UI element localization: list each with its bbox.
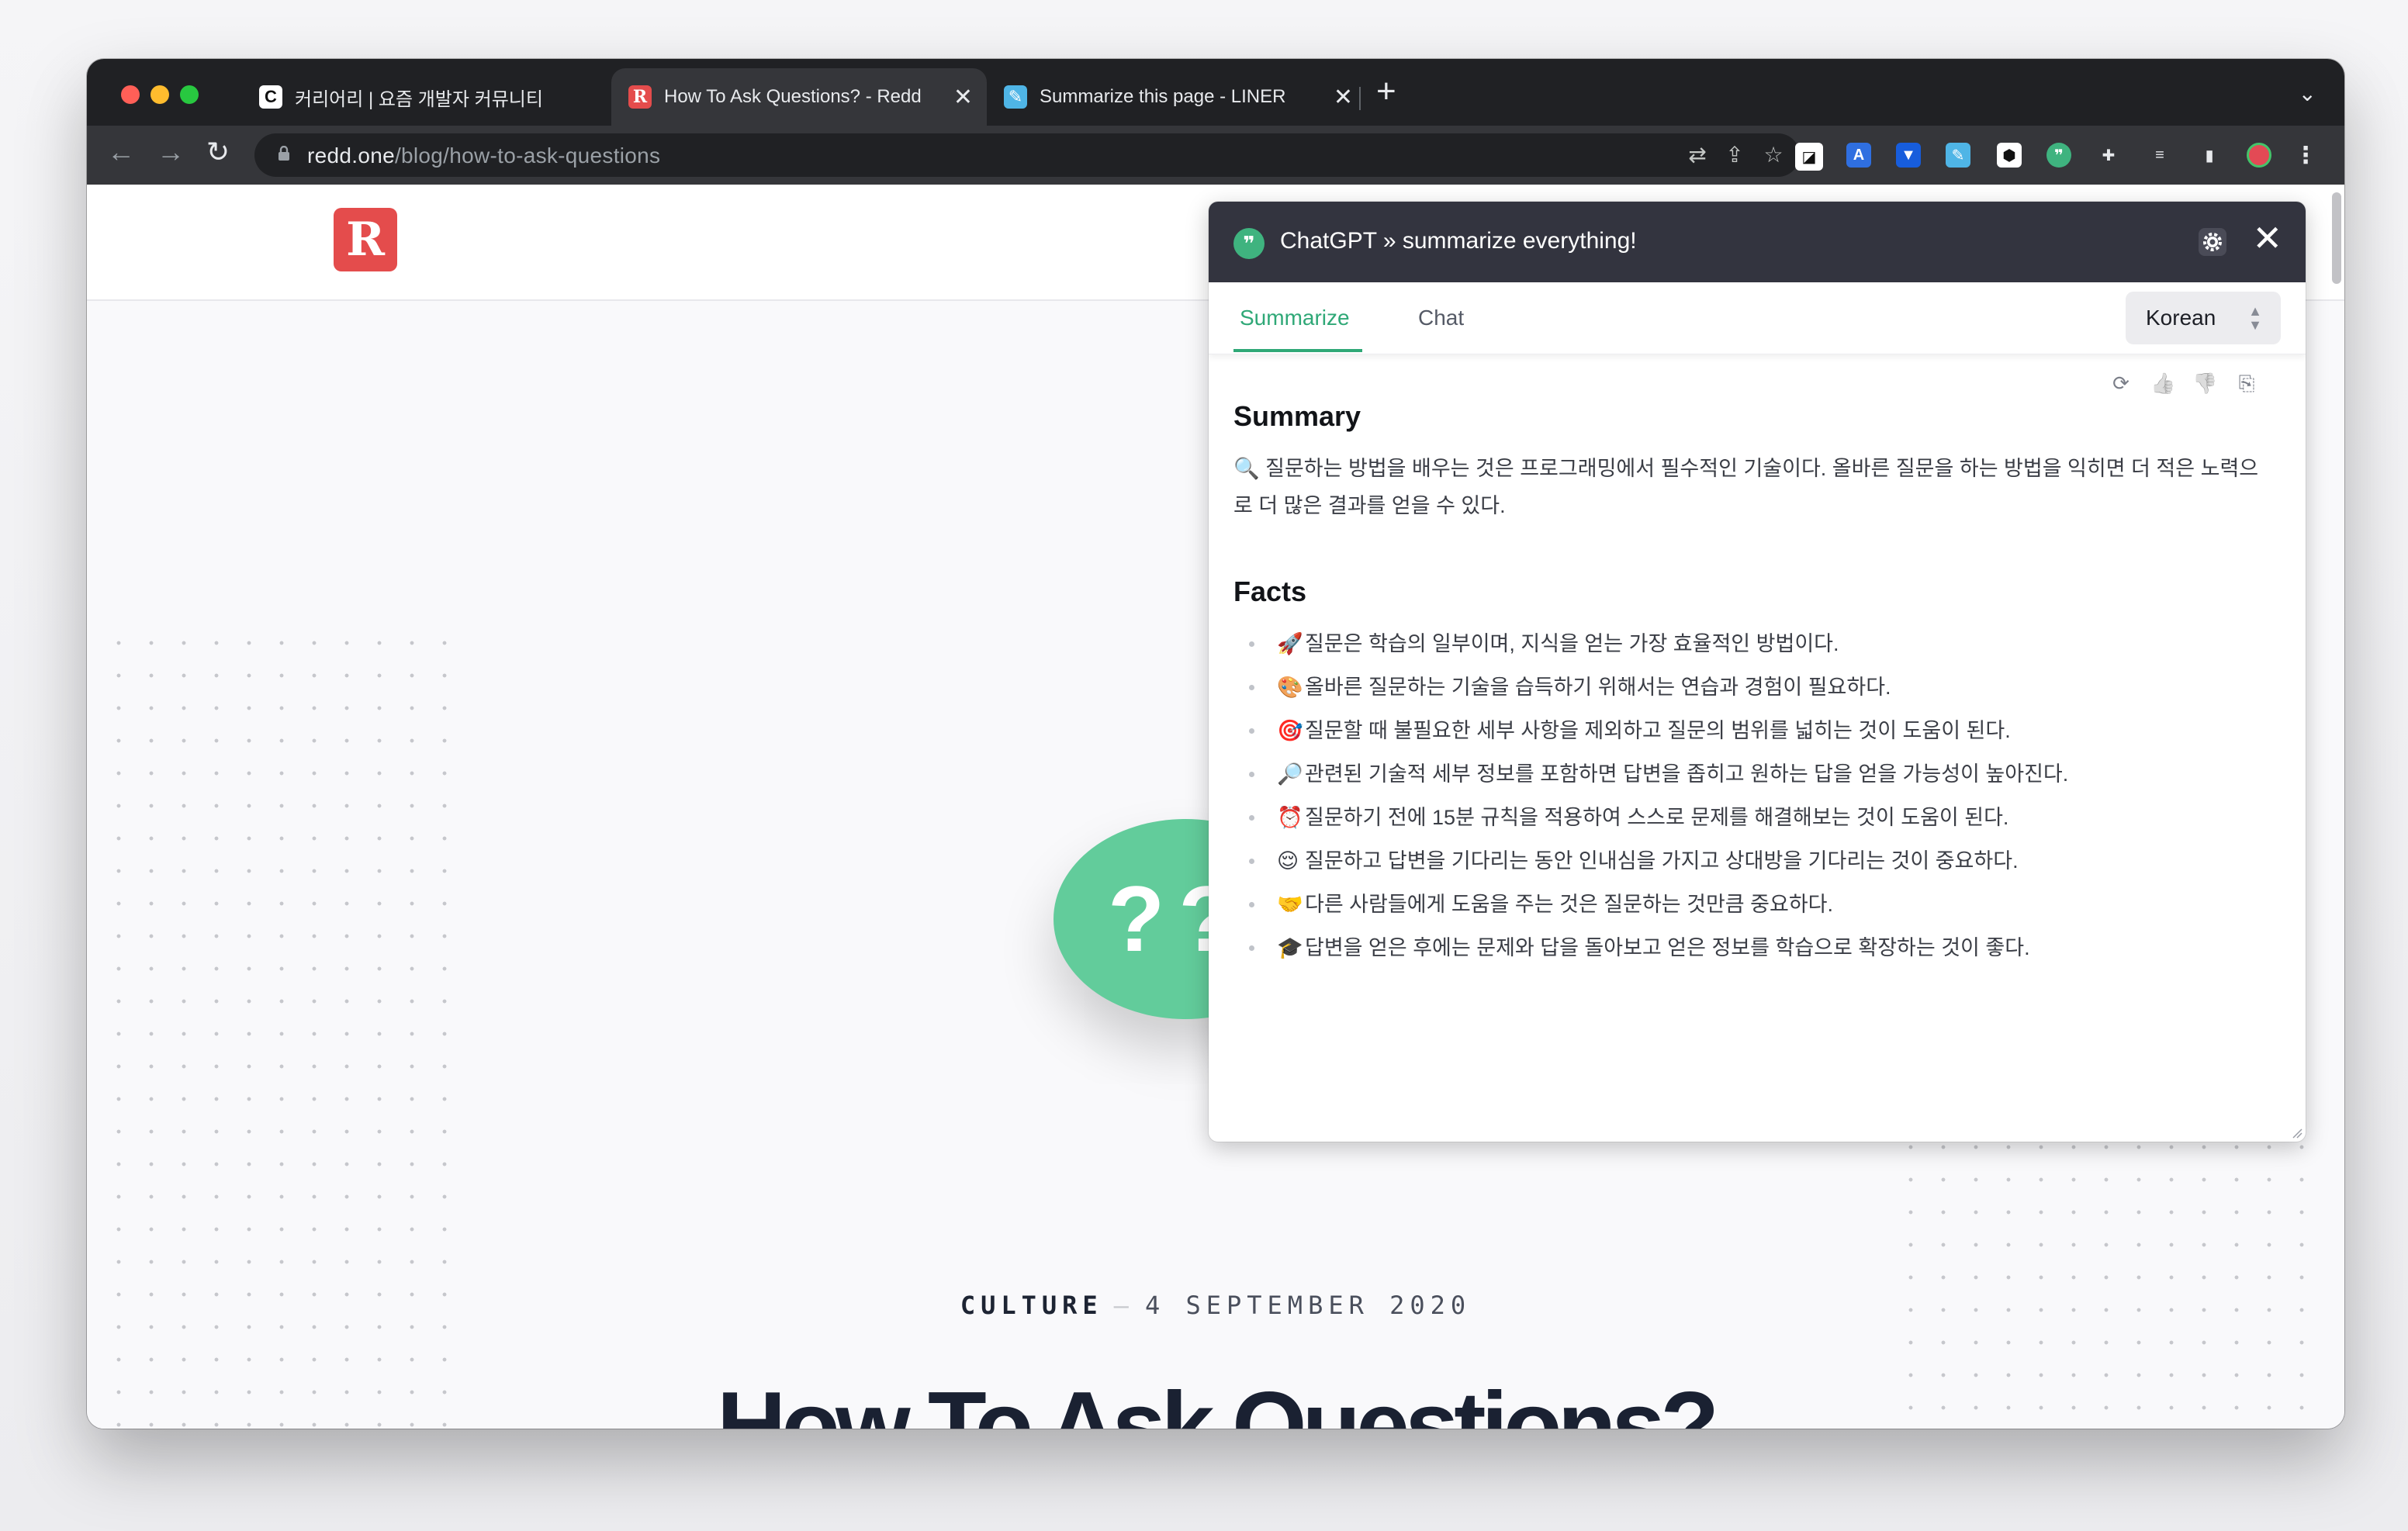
- fact-text: 질문은 학습의 일부이며, 지식을 얻는 가장 효율적인 방법이다.: [1305, 632, 1839, 655]
- fact-emoji: 🎨: [1277, 676, 1303, 699]
- new-tab-button[interactable]: +: [1376, 74, 1396, 109]
- facts-heading: Facts: [1233, 575, 1307, 607]
- translate-a-extension-icon[interactable]: A: [1846, 143, 1871, 168]
- panel-title: ChatGPT » summarize everything!: [1280, 228, 1637, 254]
- post-headline: How To Ask Questions?: [716, 1373, 1719, 1429]
- fact-emoji: 🚀: [1277, 632, 1303, 655]
- tab-title: How To Ask Questions? - Redd: [664, 86, 922, 107]
- select-arrows-icon: ▲ ▼: [2248, 303, 2262, 333]
- fact-emoji: 🔎: [1277, 762, 1303, 786]
- page-viewport: R ?? CULTURE —4 SEPTEMBER 2020 How To Ask…: [87, 185, 2344, 1429]
- meta-separator: —: [1113, 1291, 1134, 1320]
- tab-title: 커리어리 | 요즘 개발자 커뮤니티: [295, 88, 543, 110]
- side-panel-icon[interactable]: ▮: [2197, 143, 2222, 168]
- post-category[interactable]: CULTURE: [960, 1291, 1103, 1320]
- list-item: 🚀질문은 학습의 일부이며, 지식을 얻는 가장 효율적인 방법이다.: [1233, 622, 2273, 665]
- thumbs-up-icon[interactable]: 👍: [2150, 371, 2175, 396]
- language-value: Korean: [2146, 306, 2216, 330]
- page-scrollbar[interactable]: [2332, 192, 2341, 284]
- bookmark-star-icon[interactable]: ☆: [1761, 143, 1786, 168]
- zoom-window-button[interactable]: [180, 85, 199, 104]
- tab-title: Summarize this page - LINER: [1040, 86, 1286, 107]
- fact-text: 질문하기 전에 15분 규칙을 적용하여 스스로 문제를 해결해보는 것이 도움…: [1305, 806, 2009, 829]
- close-panel-icon[interactable]: ✕: [2252, 220, 2282, 256]
- list-item: 🎓답변을 얻은 후에는 문제와 답을 돌아보고 얻은 정보를 학습으로 확장하는…: [1233, 926, 2273, 969]
- chatgpt-summary-panel: ❞ ChatGPT » summarize everything! ✕ Summ…: [1209, 202, 2306, 1142]
- active-tab-indicator: [1233, 349, 1362, 352]
- extensions-puzzle-icon[interactable]: ✚: [2096, 143, 2121, 168]
- translate-icon[interactable]: ⇄: [1685, 143, 1710, 168]
- regenerate-icon[interactable]: ⟳: [2109, 371, 2133, 396]
- list-item: ⏰질문하기 전에 15분 규칙을 적용하여 스스로 문제를 해결해보는 것이 도…: [1233, 796, 2273, 839]
- minimize-window-button[interactable]: [150, 85, 169, 104]
- fact-text: 다른 사람들에게 도움을 주는 것은 질문하는 것만큼 중요하다.: [1305, 893, 1834, 916]
- summary-heading: Summary: [1233, 400, 1361, 432]
- hexagon-extension-icon[interactable]: ⬢: [1997, 143, 2022, 168]
- reload-icon[interactable]: ↻: [206, 138, 230, 166]
- tab-chat[interactable]: Chat: [1418, 306, 1464, 330]
- list-item: 😌 질문하고 답변을 기다리는 동안 인내심을 가지고 상대방을 기다리는 것이 …: [1233, 839, 2273, 883]
- language-select[interactable]: Korean ▲ ▼: [2126, 292, 2281, 344]
- reading-list-icon[interactable]: ≡: [2147, 143, 2172, 168]
- thumbs-down-icon[interactable]: 👎: [2192, 371, 2217, 396]
- fact-emoji: 🎯: [1277, 719, 1303, 742]
- list-item: 🎨올바른 질문하는 기술을 습득하기 위해서는 연습과 경험이 필요하다.: [1233, 665, 2273, 709]
- resize-handle-icon[interactable]: [2290, 1126, 2302, 1139]
- chatgpt-extension-icon[interactable]: ❞: [2046, 143, 2071, 168]
- share-icon[interactable]: ⇪: [1722, 143, 1747, 168]
- bitwarden-extension-icon[interactable]: ▼: [1896, 143, 1921, 168]
- liner-favicon-icon: ✎: [1004, 85, 1027, 109]
- summary-text: 🔍 질문하는 방법을 배우는 것은 프로그래밍에서 필수적인 기술이다. 올바른…: [1233, 457, 2259, 517]
- profile-avatar[interactable]: [2247, 143, 2271, 168]
- lock-icon[interactable]: [278, 146, 290, 161]
- careerly-favicon-icon: C: [259, 85, 282, 109]
- redd-favicon-icon: R: [628, 85, 652, 109]
- panel-tabs: Summarize Chat Korean ▲ ▼: [1209, 282, 2306, 354]
- back-icon[interactable]: ←: [107, 138, 135, 166]
- tab-liner[interactable]: ✎ Summarize this page - LINER ✕: [987, 68, 1367, 126]
- tab-search-chevron-icon[interactable]: ⌄: [2299, 81, 2316, 106]
- tab-summarize[interactable]: Summarize: [1240, 306, 1350, 330]
- tab-separator: [1359, 87, 1361, 110]
- address-bar[interactable]: redd.one/blog/how-to-ask-questions ⇄ ⇪ ☆: [254, 133, 1800, 177]
- notion-extension-icon[interactable]: ◪: [1795, 143, 1823, 171]
- browser-toolbar: ← → ↻ redd.one/blog/how-to-ask-questions…: [87, 126, 2344, 185]
- tab-redd[interactable]: R How To Ask Questions? - Redd ✕: [611, 68, 987, 126]
- fact-text: 관련된 기술적 세부 정보를 포함하면 답변을 좁히고 원하는 답을 얻을 가능…: [1305, 762, 2069, 786]
- liner-extension-icon[interactable]: ✎: [1946, 143, 1970, 168]
- fact-emoji: 🎓: [1277, 936, 1303, 959]
- browser-window: C 커리어리 | 요즘 개발자 커뮤니티 ✕ R How To Ask Ques…: [87, 59, 2344, 1429]
- post-date: 4 SEPTEMBER 2020: [1144, 1291, 1472, 1320]
- redd-logo[interactable]: R: [334, 208, 397, 271]
- url-host: redd.one: [307, 143, 395, 168]
- list-item: 🔎관련된 기술적 세부 정보를 포함하면 답변을 좁히고 원하는 답을 얻을 가…: [1233, 752, 2273, 796]
- panel-header: ❞ ChatGPT » summarize everything! ✕: [1209, 202, 2306, 282]
- copy-icon[interactable]: ⎘: [2234, 371, 2259, 396]
- url-text[interactable]: redd.one/blog/how-to-ask-questions: [307, 143, 660, 168]
- list-item: 🎯질문할 때 불필요한 세부 사항을 제외하고 질문의 범위를 넓히는 것이 도…: [1233, 709, 2273, 752]
- close-window-button[interactable]: [121, 85, 140, 104]
- forward-icon[interactable]: →: [157, 138, 185, 166]
- facts-list: 🚀질문은 학습의 일부이며, 지식을 얻는 가장 효율적인 방법이다. 🎨올바른…: [1233, 622, 2273, 969]
- settings-gear-icon[interactable]: [2197, 226, 2228, 257]
- summary-actions: ⟳ 👍 👎 ⎘: [2109, 371, 2259, 396]
- fact-emoji: 🤝: [1277, 893, 1303, 916]
- post-meta: CULTURE — 4 SEPTEMBER 2020: [87, 1291, 2344, 1320]
- fact-text: 올바른 질문하는 기술을 습득하기 위해서는 연습과 경험이 필요하다.: [1305, 676, 1891, 699]
- tab-strip: C 커리어리 | 요즘 개발자 커뮤니티 ✕ R How To Ask Ques…: [87, 59, 2344, 126]
- chatgpt-logo-icon: ❞: [1233, 228, 1265, 259]
- fact-text: 질문하고 답변을 기다리는 동안 인내심을 가지고 상대방을 기다리는 것이 중…: [1305, 849, 2019, 873]
- fact-text: 질문할 때 불필요한 세부 사항을 제외하고 질문의 범위를 넓히는 것이 도움…: [1305, 719, 2011, 742]
- url-path: /blog/how-to-ask-questions: [394, 143, 661, 168]
- list-item: 🤝다른 사람들에게 도움을 주는 것은 질문하는 것만큼 중요하다.: [1233, 883, 2273, 926]
- fact-emoji: ⏰: [1277, 806, 1303, 829]
- fact-text: 답변을 얻은 후에는 문제와 답을 돌아보고 얻은 정보를 학습으로 확장하는 …: [1305, 936, 2030, 959]
- fact-emoji: 😌: [1277, 849, 1299, 873]
- close-tab-icon[interactable]: ✕: [1334, 84, 1353, 111]
- browser-menu-icon[interactable]: ⋮: [2293, 143, 2318, 168]
- close-tab-icon[interactable]: ✕: [953, 84, 973, 111]
